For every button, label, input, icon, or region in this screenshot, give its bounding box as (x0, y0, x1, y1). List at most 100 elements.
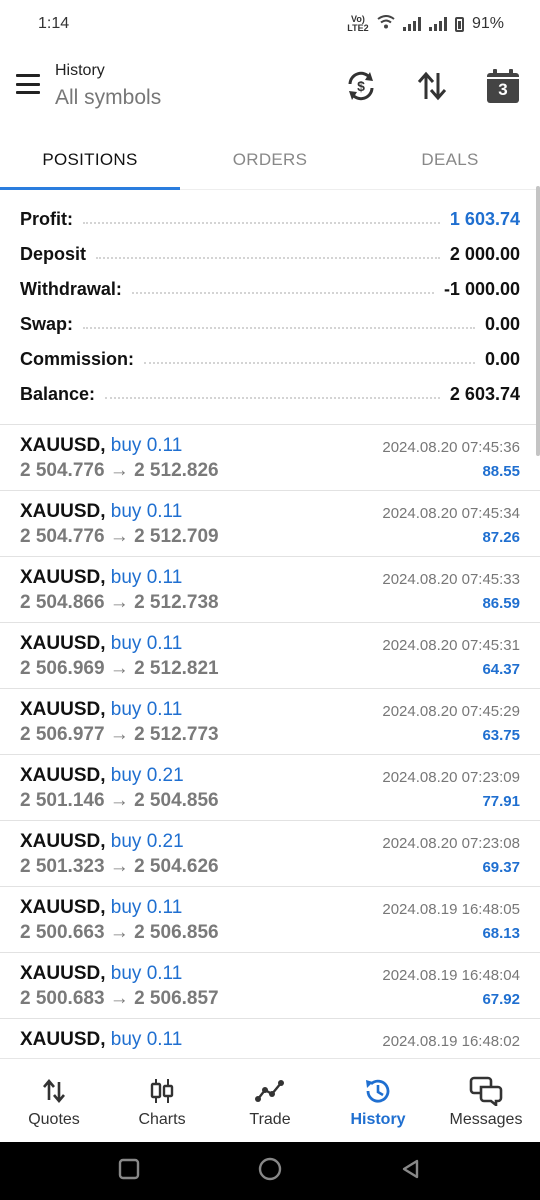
commission-row: Commission: 0.00 (0, 342, 540, 377)
tab-positions[interactable]: POSITIONS (0, 128, 180, 190)
position-symbol-line: XAUUSD, buy 0.21 (20, 831, 184, 853)
position-row[interactable]: XAUUSD, buy 0.11 2 500.683 → 2 506.857 2… (0, 953, 540, 1019)
position-symbol-line: XAUUSD, buy 0.11 (20, 963, 182, 985)
tab-orders[interactable]: ORDERS (180, 128, 360, 189)
position-symbol-line: XAUUSD, buy 0.21 (20, 765, 184, 787)
position-row[interactable]: XAUUSD, buy 0.21 2 501.146 → 2 504.856 2… (0, 755, 540, 821)
position-profit: 67.92 (482, 991, 520, 1008)
position-symbol: XAUUSD, (20, 633, 106, 654)
deposit-value: 2 000.00 (449, 244, 520, 264)
sort-icon[interactable] (414, 68, 450, 104)
up-down-arrows-icon (41, 1075, 67, 1107)
position-prices: 2 506.969 → 2 512.821 (20, 658, 219, 679)
position-profit: 64.37 (482, 661, 520, 678)
status-time: 1:14 (38, 15, 70, 32)
position-direction: buy 0.11 (110, 435, 183, 456)
dot-leader (144, 361, 475, 364)
balance-value: 2 603.74 (449, 384, 520, 404)
nav-charts[interactable]: Charts (108, 1059, 216, 1142)
position-prices: 2 506.977 → 2 512.773 (20, 724, 219, 745)
calendar-icon[interactable]: 3 (485, 68, 521, 104)
network-label: Vo) LTE2 (347, 14, 369, 33)
symbol-filter: All symbols (55, 86, 162, 109)
position-profit: 88.55 (482, 463, 520, 480)
withdrawal-label: Withdrawal: (20, 279, 122, 299)
position-direction: buy 0.21 (110, 831, 184, 852)
battery-icon (454, 16, 464, 32)
position-row[interactable]: XAUUSD, buy 0.11 2 506.969 → 2 512.821 2… (0, 623, 540, 689)
position-row[interactable]: XAUUSD, buy 0.11 2024.08.19 16:48:02 (0, 1019, 540, 1056)
nav-label: Quotes (28, 1111, 80, 1128)
positions-list: XAUUSD, buy 0.11 2 504.776 → 2 512.826 2… (0, 424, 540, 1056)
chat-bubbles-icon (469, 1075, 503, 1107)
system-nav-bar (0, 1142, 540, 1200)
position-prices: 2 501.323 → 2 504.626 (20, 856, 219, 877)
home-icon[interactable] (257, 1156, 283, 1187)
dot-leader (105, 396, 440, 399)
position-time: 2024.08.20 07:23:09 (382, 769, 520, 786)
profit-row: Profit: 1 603.74 (0, 202, 540, 237)
nav-quotes[interactable]: Quotes (0, 1059, 108, 1142)
deposit-row: Deposit 2 000.00 (0, 237, 540, 272)
nav-messages[interactable]: Messages (432, 1059, 540, 1142)
position-symbol: XAUUSD, (20, 897, 106, 918)
position-time: 2024.08.20 07:23:08 (382, 835, 520, 852)
recent-apps-icon[interactable] (118, 1158, 140, 1185)
nav-label: History (350, 1111, 406, 1128)
position-symbol-line: XAUUSD, buy 0.11 (20, 435, 182, 457)
nav-trade[interactable]: Trade (216, 1059, 324, 1142)
withdrawal-value: -1 000.00 (443, 279, 520, 299)
position-symbol-line: XAUUSD, buy 0.11 (20, 633, 182, 655)
position-profit: 69.37 (482, 859, 520, 876)
trend-line-icon (255, 1075, 285, 1107)
position-direction: buy 0.11 (110, 897, 183, 918)
position-profit: 77.91 (482, 793, 520, 810)
position-symbol-line: XAUUSD, buy 0.11 (20, 567, 182, 589)
position-row[interactable]: XAUUSD, buy 0.11 2 506.977 → 2 512.773 2… (0, 689, 540, 755)
position-row[interactable]: XAUUSD, buy 0.11 2 504.776 → 2 512.709 2… (0, 491, 540, 557)
wifi-icon (377, 14, 395, 34)
position-row[interactable]: XAUUSD, buy 0.11 2 504.866 → 2 512.738 2… (0, 557, 540, 623)
currency-exchange-icon[interactable]: $ (343, 68, 379, 104)
battery-percent: 91% (471, 15, 504, 32)
nav-history[interactable]: History (324, 1059, 432, 1142)
position-direction: buy 0.11 (110, 1029, 183, 1050)
nav-label: Charts (138, 1111, 186, 1128)
position-row[interactable]: XAUUSD, buy 0.11 2 504.776 → 2 512.826 2… (0, 425, 540, 491)
position-symbol: XAUUSD, (20, 435, 106, 456)
position-symbol: XAUUSD, (20, 765, 106, 786)
scrollbar[interactable] (536, 186, 540, 456)
position-direction: buy 0.11 (110, 501, 183, 522)
app-bar: History All symbols $ 3 (0, 48, 540, 128)
title-block[interactable]: History All symbols (55, 62, 161, 110)
position-direction: buy 0.11 (110, 633, 183, 654)
back-icon[interactable] (400, 1158, 422, 1185)
withdrawal-row: Withdrawal: -1 000.00 (0, 272, 540, 307)
position-time: 2024.08.20 07:45:34 (382, 505, 520, 522)
tab-deals[interactable]: DEALS (360, 128, 540, 189)
dot-leader (83, 221, 440, 224)
position-time: 2024.08.20 07:45:31 (382, 637, 520, 654)
dot-leader (131, 291, 434, 294)
position-time: 2024.08.19 16:48:05 (382, 901, 520, 918)
swap-value: 0.00 (484, 314, 520, 334)
nav-label: Trade (249, 1111, 291, 1128)
position-row[interactable]: XAUUSD, buy 0.11 2 500.663 → 2 506.856 2… (0, 887, 540, 953)
position-direction: buy 0.11 (110, 963, 183, 984)
position-time: 2024.08.19 16:48:02 (382, 1033, 520, 1050)
position-time: 2024.08.19 16:48:04 (382, 967, 520, 984)
deposit-label: Deposit (20, 244, 87, 264)
balance-label: Balance: (20, 384, 96, 404)
position-prices: 2 504.776 → 2 512.826 (20, 460, 219, 481)
summary-panel: Profit: 1 603.74 Deposit 2 000.00 Withdr… (0, 202, 540, 412)
position-symbol-line: XAUUSD, buy 0.11 (20, 897, 182, 919)
position-row[interactable]: XAUUSD, buy 0.21 2 501.323 → 2 504.626 2… (0, 821, 540, 887)
position-direction: buy 0.11 (110, 567, 183, 588)
menu-icon[interactable] (16, 74, 40, 94)
history-tabs: POSITIONS ORDERS DEALS (0, 128, 540, 190)
position-profit: 87.26 (482, 529, 520, 546)
position-time: 2024.08.20 07:45:36 (382, 439, 520, 456)
calendar-day: 3 (498, 80, 508, 99)
position-prices: 2 501.146 → 2 504.856 (20, 790, 219, 811)
position-direction: buy 0.11 (110, 699, 183, 720)
